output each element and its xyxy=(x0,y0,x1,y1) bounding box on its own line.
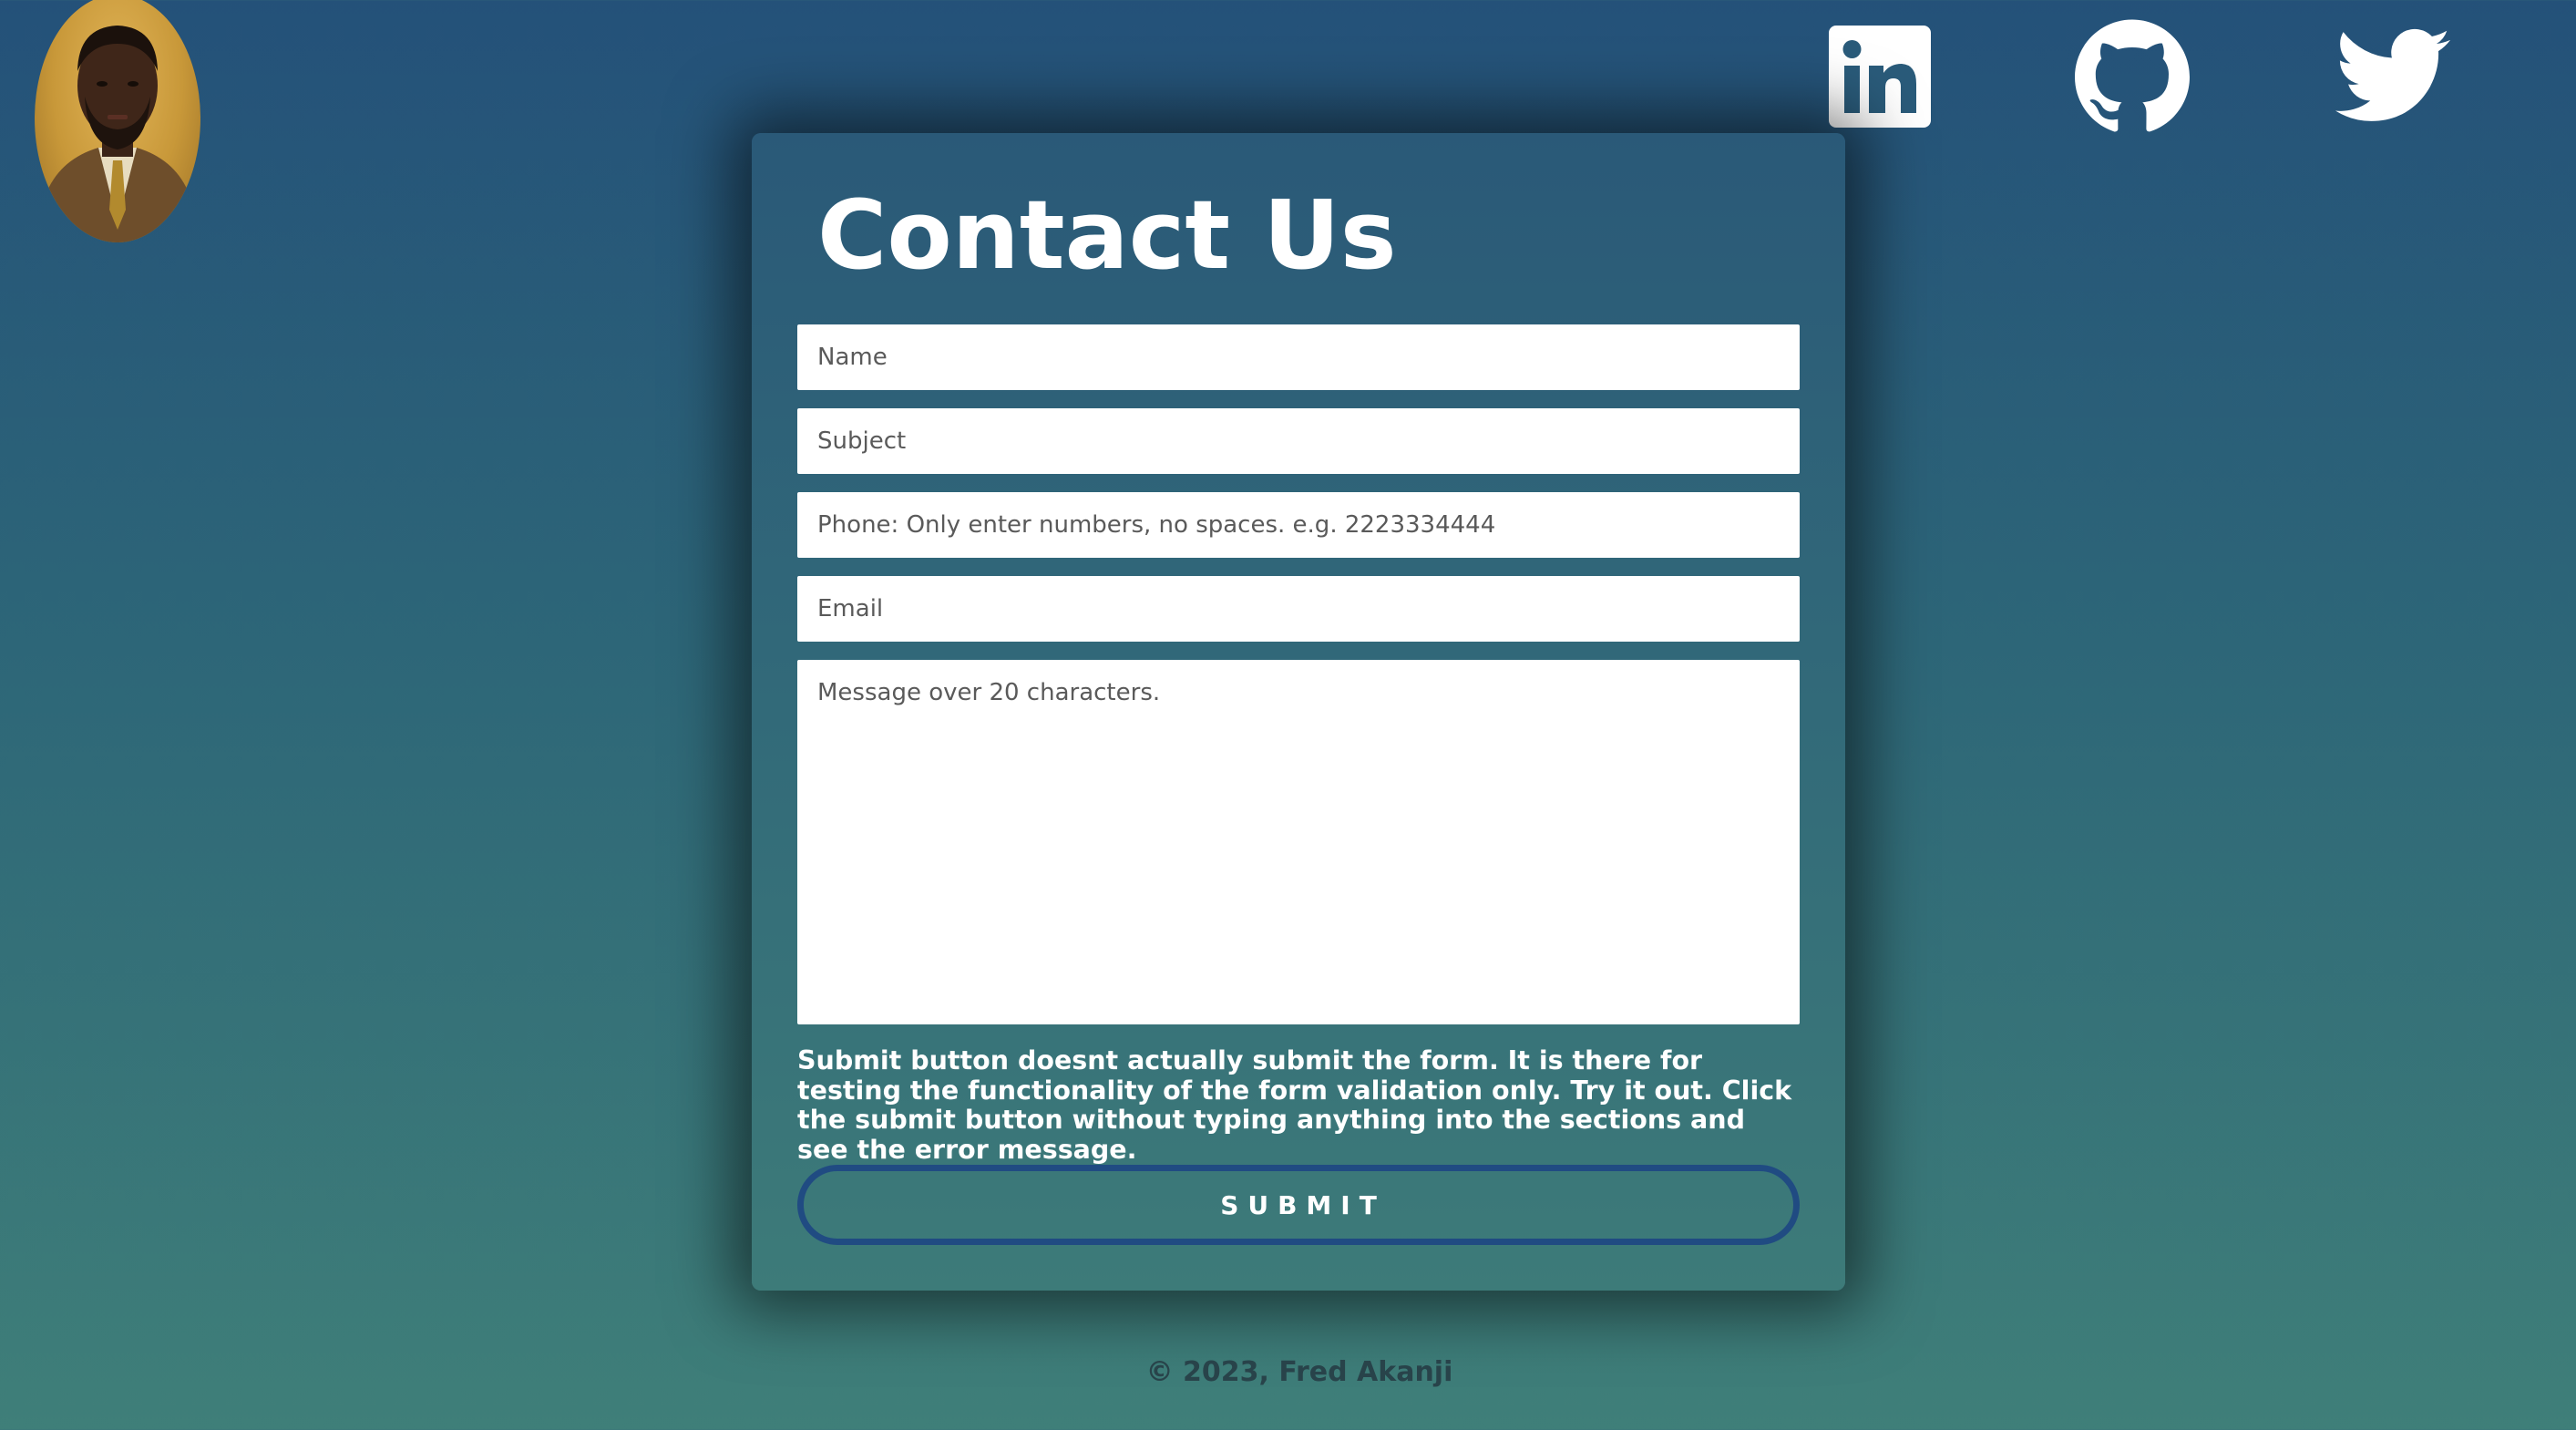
phone-field[interactable] xyxy=(797,492,1800,558)
form-note: Submit button doesnt actually submit the… xyxy=(797,1045,1792,1165)
contact-card: Contact Us Submit button doesnt actually… xyxy=(752,133,1845,1291)
linkedin-icon xyxy=(1829,26,1931,128)
message-field[interactable] xyxy=(797,660,1800,1024)
github-icon xyxy=(2075,19,2190,132)
github-link[interactable] xyxy=(2075,18,2190,137)
avatar xyxy=(35,0,200,242)
footer-copyright: © 2023, Fred Akanji xyxy=(1145,1356,1453,1388)
email-field[interactable] xyxy=(797,576,1800,642)
subject-field[interactable] xyxy=(797,408,1800,474)
submit-button[interactable]: SUBMIT xyxy=(797,1165,1800,1245)
name-field[interactable] xyxy=(797,324,1800,390)
avatar-portrait xyxy=(44,26,191,242)
linkedin-link[interactable] xyxy=(1829,26,1931,131)
twitter-icon xyxy=(2335,28,2450,121)
page-title: Contact Us xyxy=(817,180,1397,291)
twitter-link[interactable] xyxy=(2335,27,2450,128)
